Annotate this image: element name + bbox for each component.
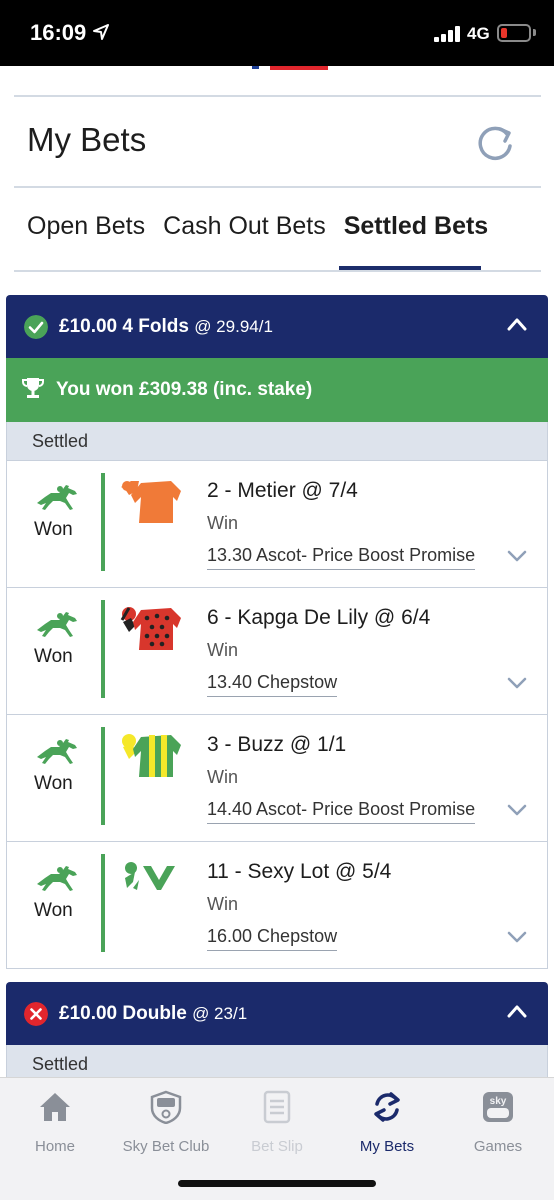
divider	[14, 270, 541, 272]
app-header-fragment	[0, 66, 554, 96]
page-title: My Bets	[27, 121, 147, 158]
nav-label: My Bets	[359, 1138, 415, 1155]
chevron-up-icon[interactable]	[507, 1004, 527, 1018]
bet-leg: Won 3 - Buzz @ 1/1 Win 14.40 Ascot- Pric…	[6, 714, 548, 842]
leg-market: Win	[207, 640, 238, 660]
bet-summary: £10.00 Double @ 23/1	[59, 1003, 247, 1025]
won-indicator-line	[101, 473, 105, 571]
racehorse-icon	[37, 612, 77, 637]
bet-slip-icon	[263, 1090, 291, 1124]
nav-home[interactable]: Home	[0, 1090, 110, 1155]
refresh-icon[interactable]	[474, 122, 516, 164]
location-arrow-icon	[93, 24, 109, 40]
network-type: 4G	[467, 24, 490, 43]
status-bar: 16:09 4G	[0, 0, 554, 66]
leg-market: Win	[207, 767, 238, 787]
nav-my-bets[interactable]: My Bets	[332, 1090, 442, 1155]
divider	[14, 186, 541, 188]
jockey-silks-icon	[122, 734, 181, 777]
nav-sky-bet-club[interactable]: Sky Bet Club	[111, 1090, 221, 1155]
leg-selection: 2 - Metier @ 7/4	[207, 479, 358, 502]
bet-type: 4 Folds	[122, 316, 189, 337]
bet-type: Double	[122, 1003, 187, 1024]
leg-event[interactable]: 16.00 Chepstow	[207, 926, 338, 951]
won-banner: You won £309.38 (inc. stake)	[6, 358, 548, 422]
leg-selection: 3 - Buzz @ 1/1	[207, 733, 347, 756]
leg-selection: 6 - Kapga De Lily @ 6/4	[207, 606, 431, 629]
bet-summary: £10.00 4 Folds @ 29.94/1	[59, 316, 273, 338]
status-time: 16:09	[30, 20, 87, 45]
trophy-icon	[22, 378, 44, 398]
sky-bet-club-icon	[150, 1090, 182, 1124]
chevron-down-icon[interactable]	[507, 677, 527, 689]
cross-circle-icon	[24, 1002, 48, 1026]
bet-leg: Won 11 - Sexy Lot @ 5/4 Win 16.00 Chepst…	[6, 841, 548, 969]
bet-stake: £10.00	[59, 316, 118, 337]
nav-label: Home	[34, 1138, 75, 1155]
logo-fragment-red	[270, 66, 328, 70]
jockey-silks-icon	[121, 481, 181, 523]
nav-label: Bet Slip	[251, 1138, 303, 1155]
battery-icon	[497, 24, 531, 42]
jockey-silks-icon	[120, 607, 181, 650]
won-amount-text: You won £309.38 (inc. stake)	[56, 379, 313, 400]
leg-result: Won	[34, 773, 73, 794]
tab-settled-bets[interactable]: Settled Bets	[344, 212, 488, 241]
bet-stake: £10.00	[59, 1003, 118, 1024]
chevron-up-icon[interactable]	[507, 317, 527, 331]
chevron-down-icon[interactable]	[507, 804, 527, 816]
tab-cash-out-bets[interactable]: Cash Out Bets	[163, 212, 326, 241]
bet-leg: Won 6 - Kapga De Lily @ 6/4 Win 13.40 Ch…	[6, 587, 548, 715]
bet-odds: @ 29.94/1	[194, 317, 273, 336]
leg-result: Won	[34, 900, 73, 921]
nav-bet-slip[interactable]: Bet Slip	[222, 1090, 332, 1155]
leg-market: Win	[207, 513, 238, 533]
bet-card-header[interactable]: £10.00 Double @ 23/1	[6, 982, 548, 1045]
divider	[14, 95, 541, 97]
settled-label: Settled	[32, 1054, 89, 1074]
tab-open-bets[interactable]: Open Bets	[27, 212, 145, 241]
racehorse-icon	[37, 866, 77, 891]
settled-bar: Settled	[6, 422, 548, 460]
nav-label: Sky Bet Club	[122, 1138, 210, 1155]
chevron-down-icon[interactable]	[507, 931, 527, 943]
signal-strength-icon	[434, 26, 462, 42]
home-indicator	[178, 1180, 376, 1187]
racehorse-icon	[37, 485, 77, 510]
bet-tabs: Open Bets Cash Out Bets Settled Bets	[27, 212, 506, 241]
won-indicator-line	[101, 854, 105, 952]
leg-selection: 11 - Sexy Lot @ 5/4	[207, 860, 392, 883]
won-indicator-line	[101, 727, 105, 825]
my-bets-icon	[374, 1092, 400, 1122]
racehorse-icon	[37, 739, 77, 764]
logo-fragment	[252, 66, 259, 69]
leg-event[interactable]: 13.30 Ascot- Price Boost Promise	[207, 545, 476, 570]
jockey-silks-icon	[125, 862, 175, 890]
nav-games[interactable]: sky Games	[443, 1090, 553, 1155]
bet-leg: Won 2 - Metier @ 7/4 Win 13.30 Ascot- Pr…	[6, 460, 548, 588]
nav-label: Games	[473, 1138, 523, 1155]
svg-text:sky: sky	[490, 1096, 507, 1107]
leg-market: Win	[207, 894, 238, 914]
games-icon: sky	[483, 1092, 513, 1122]
check-circle-icon	[24, 315, 48, 339]
leg-result: Won	[34, 519, 73, 540]
chevron-down-icon[interactable]	[507, 550, 527, 562]
leg-event[interactable]: 13.40 Chepstow	[207, 672, 338, 697]
home-icon	[40, 1093, 70, 1121]
leg-event[interactable]: 14.40 Ascot- Price Boost Promise	[207, 799, 476, 824]
battery-cap	[533, 29, 536, 36]
won-indicator-line	[101, 600, 105, 698]
bet-card-header[interactable]: £10.00 4 Folds @ 29.94/1	[6, 295, 548, 358]
leg-result: Won	[34, 646, 73, 667]
bet-odds: @ 23/1	[192, 1004, 248, 1023]
settled-label: Settled	[32, 431, 89, 451]
